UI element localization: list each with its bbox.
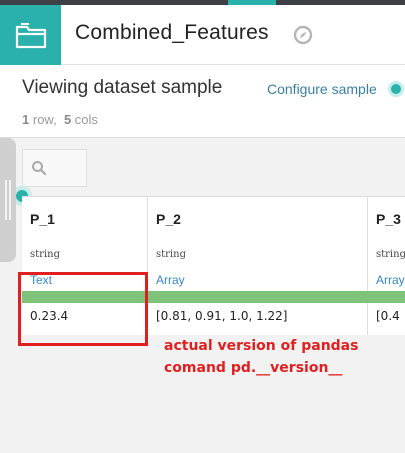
column-storage-type: string	[30, 249, 60, 260]
table-cell[interactable]: [0.81, 0.91, 1.0, 1.22]	[156, 309, 288, 323]
annotation-line: actual version of pandas	[164, 338, 359, 354]
dataset-title: Combined_Features	[75, 21, 269, 44]
column-meaning[interactable]: Array	[156, 273, 185, 287]
title-bar: Combined_Features	[61, 5, 405, 65]
col-count: 5	[63, 112, 72, 127]
column-name: P_1	[30, 211, 55, 227]
page-title: Viewing dataset sample	[22, 77, 223, 98]
col-label: cols	[74, 112, 98, 127]
row-label: row,	[32, 112, 57, 127]
configure-sample-link[interactable]: Configure sample	[267, 81, 377, 97]
row-count: 1	[22, 112, 30, 127]
column-p2[interactable]: P_2 string Array [0.81, 0.91, 1.0, 1.22]	[148, 197, 368, 335]
column-name: P_3	[376, 211, 401, 227]
column-storage-type: string	[376, 249, 405, 260]
highlight-box	[18, 272, 148, 346]
column-meaning[interactable]: Array	[376, 273, 405, 287]
search-icon	[32, 161, 47, 176]
folder-icon	[15, 23, 46, 49]
dataset-dimensions: 1 row, 5 cols	[22, 112, 98, 127]
annotation-text: actual version of pandas comand pd.__ver…	[164, 335, 400, 379]
side-panel-handle[interactable]	[0, 138, 16, 262]
compass-icon[interactable]	[293, 25, 313, 45]
column-name: P_2	[156, 211, 181, 227]
column-search-input[interactable]	[22, 149, 87, 187]
dataset-tile[interactable]	[0, 5, 61, 65]
annotation-line: comand pd.__version__	[164, 360, 343, 376]
column-storage-type: string	[156, 249, 186, 260]
column-p3[interactable]: P_3 string Array [0.4	[368, 197, 405, 335]
tour-hotspot-right[interactable]	[388, 81, 404, 97]
sample-header: Viewing dataset sample Configure sample …	[0, 65, 405, 138]
table-cell[interactable]: [0.4	[376, 309, 400, 323]
